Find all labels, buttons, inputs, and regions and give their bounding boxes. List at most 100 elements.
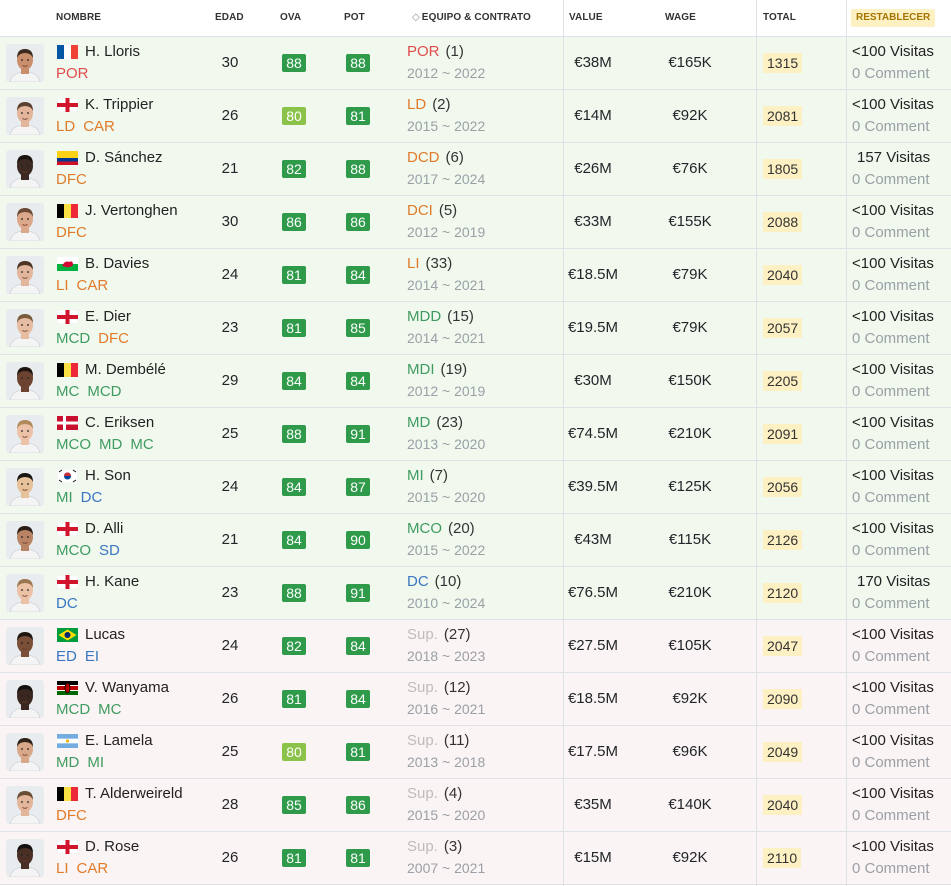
country-flag-icon[interactable] xyxy=(57,628,78,642)
position-tag[interactable]: LD xyxy=(56,118,75,135)
player-name-link[interactable]: H. Lloris xyxy=(85,43,140,60)
team-position-tag[interactable]: Sup. xyxy=(407,732,438,749)
player-avatar[interactable] xyxy=(6,786,44,824)
position-tag[interactable]: MC xyxy=(98,701,121,718)
table-row[interactable]: H. Son MI DC 24 84 87 MI (7) 2015 ~ 2020 €… xyxy=(0,461,951,514)
country-flag-icon[interactable] xyxy=(57,363,78,377)
position-tag[interactable]: LI xyxy=(56,860,69,877)
team-position-tag[interactable]: MCO xyxy=(407,520,442,537)
country-flag-icon[interactable] xyxy=(57,522,78,536)
country-flag-icon[interactable] xyxy=(57,416,78,430)
comments-link[interactable]: 0 Comment xyxy=(852,224,930,241)
table-row[interactable]: D. Alli MCO SD 21 84 90 MCO (20) 2015 ~ 20… xyxy=(0,514,951,567)
player-avatar[interactable] xyxy=(6,839,44,877)
table-row[interactable]: E. Dier MCD DFC 23 81 85 MDD (15) 2014 ~ 2… xyxy=(0,302,951,355)
column-header-wage[interactable]: WAGE xyxy=(665,0,696,36)
team-position-tag[interactable]: Sup. xyxy=(407,626,438,643)
position-tag[interactable]: DC xyxy=(81,489,103,506)
team-position-tag[interactable]: MDI xyxy=(407,361,435,378)
player-name-link[interactable]: T. Alderweireld xyxy=(85,785,183,802)
player-name-link[interactable]: H. Son xyxy=(85,467,131,484)
comments-link[interactable]: 0 Comment xyxy=(852,860,930,877)
player-name-link[interactable]: H. Kane xyxy=(85,573,139,590)
comments-link[interactable]: 0 Comment xyxy=(852,436,930,453)
column-header-pot[interactable]: POT xyxy=(344,0,365,36)
player-name-link[interactable]: M. Dembélé xyxy=(85,361,166,378)
country-flag-icon[interactable] xyxy=(57,151,78,165)
team-position-tag[interactable]: POR xyxy=(407,43,440,60)
table-row[interactable]: C. Eriksen MCO MD MC 25 88 91 MD (23) 2013 … xyxy=(0,408,951,461)
player-avatar[interactable] xyxy=(6,574,44,612)
position-tag[interactable]: LI xyxy=(56,277,69,294)
comments-link[interactable]: 0 Comment xyxy=(852,330,930,347)
team-position-tag[interactable]: LI xyxy=(407,255,420,272)
table-row[interactable]: B. Davies LI CAR 24 81 84 LI (33) 2014 ~ 2… xyxy=(0,249,951,302)
team-position-tag[interactable]: MI xyxy=(407,467,424,484)
player-avatar[interactable] xyxy=(6,362,44,400)
position-tag[interactable]: MCO xyxy=(56,436,91,453)
position-tag[interactable]: EI xyxy=(85,648,99,665)
team-position-tag[interactable]: DCI xyxy=(407,202,433,219)
position-tag[interactable]: MCD xyxy=(56,701,90,718)
position-tag[interactable]: MCD xyxy=(56,330,90,347)
position-tag[interactable]: MC xyxy=(130,436,153,453)
player-avatar[interactable] xyxy=(6,256,44,294)
team-position-tag[interactable]: MD xyxy=(407,414,430,431)
column-header-total[interactable]: TOTAL xyxy=(763,0,796,36)
position-tag[interactable]: ED xyxy=(56,648,77,665)
position-tag[interactable]: MD xyxy=(99,436,122,453)
player-avatar[interactable] xyxy=(6,97,44,135)
position-tag[interactable]: MI xyxy=(87,754,104,771)
table-row[interactable]: D. Rose LI CAR 26 81 81 Sup. (3) 2007 ~ 20… xyxy=(0,832,951,885)
country-flag-icon[interactable] xyxy=(57,787,78,801)
team-position-tag[interactable]: MDD xyxy=(407,308,441,325)
position-tag[interactable]: POR xyxy=(56,65,89,82)
player-name-link[interactable]: E. Lamela xyxy=(85,732,153,749)
player-avatar[interactable] xyxy=(6,468,44,506)
column-header-team[interactable]: ◇ EQUIPO & CONTRATO xyxy=(412,0,531,36)
player-name-link[interactable]: C. Eriksen xyxy=(85,414,154,431)
player-name-link[interactable]: B. Davies xyxy=(85,255,149,272)
player-name-link[interactable]: V. Wanyama xyxy=(85,679,169,696)
column-header-ova[interactable]: OVA xyxy=(280,0,301,36)
position-tag[interactable]: DFC xyxy=(56,807,87,824)
player-name-link[interactable]: D. Rose xyxy=(85,838,139,855)
country-flag-icon[interactable] xyxy=(57,469,78,483)
comments-link[interactable]: 0 Comment xyxy=(852,542,930,559)
position-tag[interactable]: DFC xyxy=(56,171,87,188)
country-flag-icon[interactable] xyxy=(57,575,78,589)
team-position-tag[interactable]: Sup. xyxy=(407,785,438,802)
reset-button[interactable]: RESTABLECER xyxy=(851,9,936,27)
comments-link[interactable]: 0 Comment xyxy=(852,277,930,294)
player-avatar[interactable] xyxy=(6,150,44,188)
player-avatar[interactable] xyxy=(6,627,44,665)
position-tag[interactable]: MCO xyxy=(56,542,91,559)
position-tag[interactable]: SD xyxy=(99,542,120,559)
position-tag[interactable]: MD xyxy=(56,754,79,771)
comments-link[interactable]: 0 Comment xyxy=(852,383,930,400)
country-flag-icon[interactable] xyxy=(57,681,78,695)
comments-link[interactable]: 0 Comment xyxy=(852,807,930,824)
team-position-tag[interactable]: Sup. xyxy=(407,838,438,855)
team-position-tag[interactable]: DC xyxy=(407,573,429,590)
position-tag[interactable]: CAR xyxy=(77,277,109,294)
table-row[interactable]: K. Trippier LD CAR 26 80 81 LD (2) 2015 ~ … xyxy=(0,90,951,143)
team-position-tag[interactable]: LD xyxy=(407,96,426,113)
comments-link[interactable]: 0 Comment xyxy=(852,754,930,771)
country-flag-icon[interactable] xyxy=(57,257,78,271)
team-position-tag[interactable]: Sup. xyxy=(407,679,438,696)
country-flag-icon[interactable] xyxy=(57,98,78,112)
comments-link[interactable]: 0 Comment xyxy=(852,701,930,718)
comments-link[interactable]: 0 Comment xyxy=(852,118,930,135)
table-row[interactable]: M. Dembélé MC MCD 29 84 84 MDI (19) 2012 ~… xyxy=(0,355,951,408)
comments-link[interactable]: 0 Comment xyxy=(852,171,930,188)
table-row[interactable]: Lucas ED EI 24 82 84 Sup. (27) 2018 ~ 2023… xyxy=(0,620,951,673)
country-flag-icon[interactable] xyxy=(57,840,78,854)
position-tag[interactable]: MI xyxy=(56,489,73,506)
player-avatar[interactable] xyxy=(6,680,44,718)
position-tag[interactable]: MC xyxy=(56,383,79,400)
comments-link[interactable]: 0 Comment xyxy=(852,648,930,665)
position-tag[interactable]: CAR xyxy=(77,860,109,877)
table-row[interactable]: E. Lamela MD MI 25 80 81 Sup. (11) 2013 ~ … xyxy=(0,726,951,779)
position-tag[interactable]: DFC xyxy=(56,224,87,241)
